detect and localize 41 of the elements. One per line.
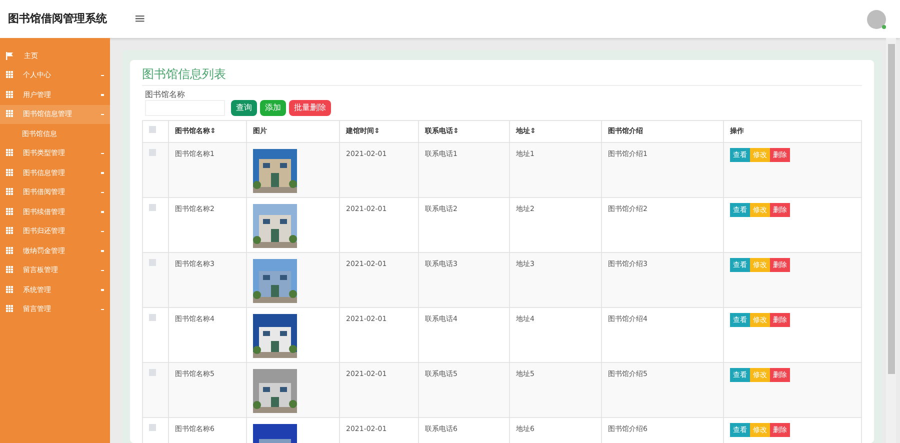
checkbox[interactable]: [149, 149, 156, 156]
app-title: 图书馆借阅管理系统: [8, 12, 108, 26]
checkbox[interactable]: [149, 259, 156, 266]
grid-icon: [6, 208, 14, 216]
grid-icon: [6, 286, 14, 294]
grid-icon: [6, 188, 14, 196]
caret-icon: [101, 270, 104, 271]
caret-icon: [101, 308, 104, 310]
caret-icon: [101, 289, 104, 290]
grid-icon: [6, 90, 14, 99]
caret-icon: [101, 230, 104, 232]
caret-icon: [101, 94, 104, 96]
grid-icon: [6, 246, 14, 255]
add-button[interactable]: 添加: [260, 100, 286, 116]
delete-button[interactable]: 批量删除: [289, 100, 331, 116]
caret-icon: [101, 172, 104, 174]
search-button[interactable]: 查询: [231, 100, 257, 116]
panel-title: 图书馆信息列表: [142, 66, 862, 86]
avatar[interactable]: [867, 10, 886, 28]
caret-icon: [101, 152, 104, 154]
caret-icon: [101, 211, 104, 212]
grid-icon: [6, 227, 14, 236]
checkbox[interactable]: [149, 204, 156, 211]
caret-icon: [101, 250, 104, 252]
search-label: 图书馆名称: [145, 90, 186, 100]
caret-icon: [101, 192, 104, 193]
flag-icon: [6, 52, 14, 60]
caret-icon: [101, 74, 104, 76]
caret-icon: [101, 114, 104, 115]
grid-icon: [6, 305, 14, 314]
grid-icon: [6, 110, 14, 118]
grid-icon: [6, 168, 14, 177]
scrollbar[interactable]: [886, 38, 896, 443]
checkbox[interactable]: [149, 314, 156, 321]
menu-button[interactable]: ≡: [134, 8, 146, 30]
checkbox[interactable]: [149, 369, 156, 376]
checkbox[interactable]: [149, 424, 156, 431]
grid-icon: [6, 149, 14, 158]
grid-icon: [6, 71, 14, 80]
checkbox[interactable]: [149, 126, 156, 134]
grid-icon: [6, 266, 14, 274]
